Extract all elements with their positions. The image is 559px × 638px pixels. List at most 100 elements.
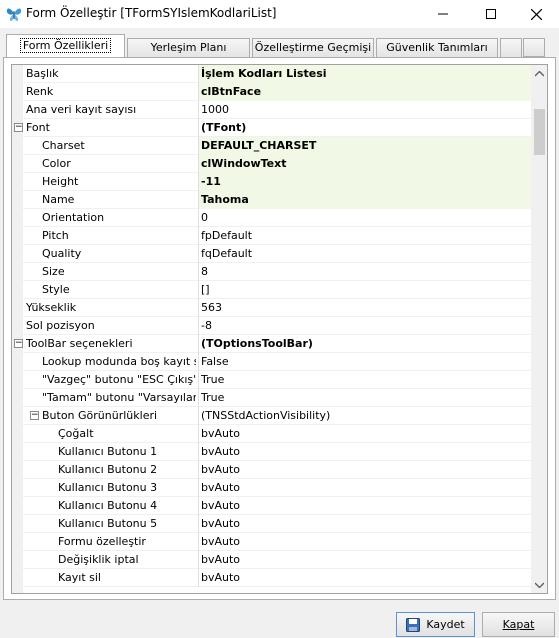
dialog-client: Form Özellikleri Yerleşim Planı Özelleşt… xyxy=(0,28,559,638)
property-value[interactable]: 563 xyxy=(198,299,531,317)
property-row[interactable]: Name Tahoma xyxy=(12,191,531,209)
property-row[interactable]: Charset DEFAULT_CHARSET xyxy=(12,137,531,155)
property-value[interactable]: -11 xyxy=(198,173,531,191)
floppy-disk-icon xyxy=(406,617,421,632)
property-value[interactable]: clWindowText xyxy=(198,155,531,173)
property-value[interactable]: bvAuto xyxy=(198,461,531,479)
property-row[interactable]: Formu özelleştir bvAuto xyxy=(12,533,531,551)
property-row[interactable]: "Tamam" butonu "Varsayılan" True xyxy=(12,389,531,407)
property-value[interactable]: 8 xyxy=(198,263,531,281)
tab-form-properties[interactable]: Form Özellikleri xyxy=(6,34,125,58)
property-name: Name xyxy=(42,193,75,206)
property-row[interactable]: Çoğalt bvAuto xyxy=(12,425,531,443)
property-row[interactable]: Kullanıcı Butonu 4 bvAuto xyxy=(12,497,531,515)
property-row[interactable]: Height -11 xyxy=(12,173,531,191)
property-row[interactable]: − Font (TFont) xyxy=(12,119,531,137)
collapse-toggle-icon[interactable]: − xyxy=(30,411,39,420)
property-value[interactable]: bvAuto xyxy=(198,551,531,569)
property-row[interactable]: − ToolBar seçenekleri (TOptionsToolBar) xyxy=(12,335,531,353)
property-value[interactable]: bvAuto xyxy=(198,569,531,587)
property-value[interactable]: 1000 xyxy=(198,101,531,119)
property-value[interactable]: bvAuto xyxy=(198,479,531,497)
property-value[interactable]: bvAuto xyxy=(198,443,531,461)
property-value[interactable]: Tahoma xyxy=(198,191,531,209)
property-name: Height xyxy=(42,175,79,188)
property-name: Renk xyxy=(26,85,54,98)
property-value[interactable]: bvAuto xyxy=(198,515,531,533)
property-name: Yükseklik xyxy=(26,301,77,314)
property-row[interactable]: "Vazgeç" butonu "ESC Çıkış" True xyxy=(12,371,531,389)
tab-customization-history[interactable]: Özelleştirme Geçmişi xyxy=(252,38,374,57)
close-button[interactable] xyxy=(513,0,559,28)
property-value[interactable]: True xyxy=(198,389,531,407)
property-row[interactable]: Color clWindowText xyxy=(12,155,531,173)
property-value[interactable]: bvAuto xyxy=(198,533,531,551)
chevron-down-icon xyxy=(535,582,544,588)
tab-layout-plan[interactable]: Yerleşim Planı xyxy=(127,38,250,57)
property-value[interactable]: True xyxy=(198,371,531,389)
property-row[interactable]: Size 8 xyxy=(12,263,531,281)
scroll-up-button[interactable] xyxy=(531,65,547,82)
property-row[interactable]: Değişiklik iptal bvAuto xyxy=(12,551,531,569)
tab-label: Form Özellikleri xyxy=(19,38,112,53)
tab-label: Yerleşim Planı xyxy=(150,41,227,54)
property-value[interactable]: False xyxy=(198,353,531,371)
property-name: Kullanıcı Butonu 2 xyxy=(58,463,158,476)
property-value[interactable]: -8 xyxy=(198,317,531,335)
property-value[interactable]: bvAuto xyxy=(198,425,531,443)
property-row[interactable]: − Buton Görünürlükleri (TNSStdActionVisibi… xyxy=(12,407,531,425)
tab-security-definitions[interactable]: Güvenlik Tanımları xyxy=(376,38,498,57)
property-name: Kayıt sil xyxy=(58,571,101,584)
property-row[interactable]: Kullanıcı Butonu 1 bvAuto xyxy=(12,443,531,461)
property-row[interactable]: Başlık İşlem Kodları Listesi xyxy=(12,65,531,83)
property-row[interactable]: Renk clBtnFace xyxy=(12,83,531,101)
tab-scroll-left-button[interactable] xyxy=(523,38,545,57)
property-value[interactable]: [] xyxy=(198,281,531,299)
property-value[interactable]: (TFont) xyxy=(198,119,531,137)
property-row[interactable]: Quality fqDefault xyxy=(12,245,531,263)
collapse-toggle-icon[interactable]: − xyxy=(14,339,23,348)
save-button[interactable]: Kaydet xyxy=(396,612,475,637)
property-value[interactable]: clBtnFace xyxy=(198,83,531,101)
property-row[interactable]: Orientation 0 xyxy=(12,209,531,227)
property-row[interactable]: Sol pozisyon -8 xyxy=(12,317,531,335)
tab-strip: Form Özellikleri Yerleşim Planı Özelleşt… xyxy=(0,34,559,58)
maximize-button[interactable] xyxy=(468,0,514,28)
property-row[interactable]: Kullanıcı Butonu 2 bvAuto xyxy=(12,461,531,479)
property-value[interactable]: bvAuto xyxy=(198,497,531,515)
property-row[interactable]: Pitch fpDefault xyxy=(12,227,531,245)
minimize-icon xyxy=(438,13,448,15)
property-name: Kullanıcı Butonu 1 xyxy=(58,445,158,458)
property-name: "Tamam" butonu "Varsayılan" xyxy=(42,391,196,404)
property-row[interactable]: Style [] xyxy=(12,281,531,299)
collapse-toggle-icon[interactable]: − xyxy=(14,123,23,132)
property-row[interactable]: Kayıt sil bvAuto xyxy=(12,569,531,587)
property-value[interactable]: fqDefault xyxy=(198,245,531,263)
property-row[interactable]: Lookup modunda boş kayıt seç False xyxy=(12,353,531,371)
property-name: Lookup modunda boş kayıt seç xyxy=(42,355,196,368)
tab-label: Güvenlik Tanımları xyxy=(386,41,488,54)
property-value[interactable]: (TOptionsToolBar) xyxy=(198,335,531,353)
tab-overflow xyxy=(500,38,522,57)
scroll-thumb[interactable] xyxy=(534,109,545,155)
property-row[interactable]: Yükseklik 563 xyxy=(12,299,531,317)
close-dialog-button[interactable]: Kapat xyxy=(482,612,555,637)
property-name: Pitch xyxy=(42,229,69,242)
property-row[interactable]: Kullanıcı Butonu 3 bvAuto xyxy=(12,479,531,497)
property-row[interactable]: Kullanıcı Butonu 5 bvAuto xyxy=(12,515,531,533)
vertical-scrollbar[interactable] xyxy=(531,65,547,593)
property-name: Çoğalt xyxy=(58,427,94,440)
close-icon xyxy=(530,8,542,20)
minimize-button[interactable] xyxy=(420,0,466,28)
property-value[interactable]: 0 xyxy=(198,209,531,227)
property-row[interactable]: Ana veri kayıt sayısı 1000 xyxy=(12,101,531,119)
property-value[interactable]: fpDefault xyxy=(198,227,531,245)
scroll-down-button[interactable] xyxy=(531,576,547,593)
maximize-icon xyxy=(486,9,496,19)
property-value[interactable]: İşlem Kodları Listesi xyxy=(198,65,531,83)
property-name: Değişiklik iptal xyxy=(58,553,139,566)
property-name: Sol pozisyon xyxy=(26,319,95,332)
property-name: Quality xyxy=(42,247,82,260)
property-value[interactable]: DEFAULT_CHARSET xyxy=(198,137,531,155)
property-value[interactable]: (TNSStdActionVisibility) xyxy=(198,407,531,425)
